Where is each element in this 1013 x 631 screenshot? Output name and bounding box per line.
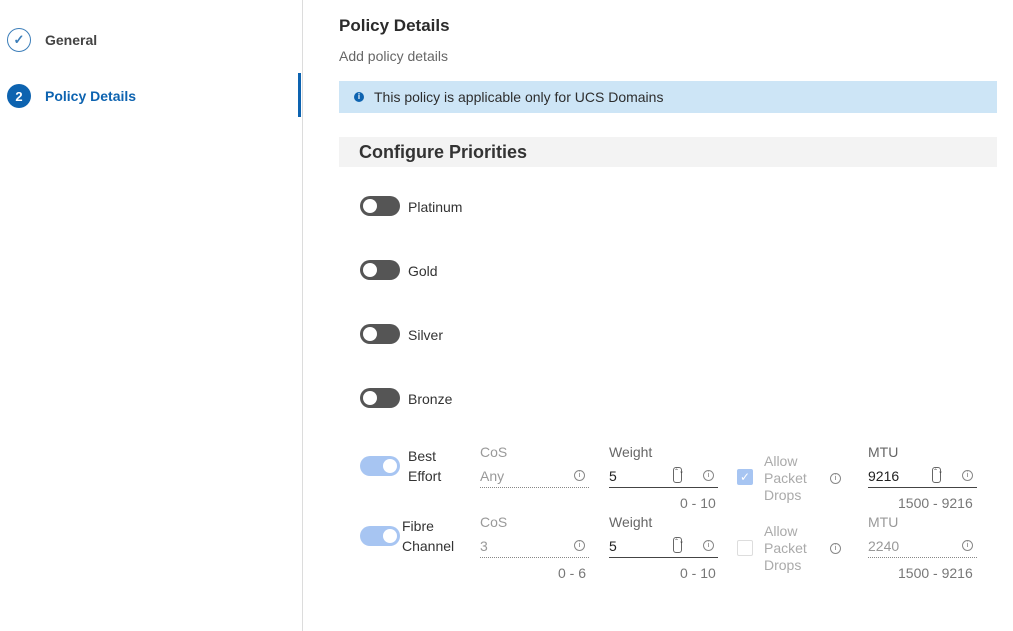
check-icon: ✓ <box>739 470 751 484</box>
silver-label: Silver <box>408 327 444 343</box>
info-icon[interactable]: i <box>574 540 585 551</box>
fibre-channel-cos-label: CoS <box>480 514 508 530</box>
section-title: Configure Priorities <box>359 141 528 162</box>
fibre-channel-label-line2: Channel <box>402 538 455 554</box>
toggle-knob <box>363 199 377 213</box>
best-effort-toggle[interactable] <box>360 456 400 476</box>
spinner-icon[interactable]: ⌃⌄ <box>673 467 684 483</box>
best-effort-allow-drops-checkbox[interactable]: ✓ <box>737 469 753 485</box>
best-effort-allow-drops-line2: Packet <box>764 470 807 486</box>
page-title: Policy Details <box>339 16 450 35</box>
info-icon: i <box>354 92 364 102</box>
fibre-channel-weight-label: Weight <box>609 514 653 530</box>
best-effort-weight-range: 0 - 10 <box>680 495 716 511</box>
fibre-channel-cos-range: 0 - 6 <box>558 565 587 581</box>
check-icon: ✓ <box>7 28 31 52</box>
best-effort-weight-value: 5 <box>609 468 617 484</box>
page-subtitle: Add policy details <box>339 48 448 64</box>
fibre-channel-weight-field[interactable]: 5 ⌃⌄ i <box>609 536 718 558</box>
platinum-toggle[interactable] <box>360 196 400 216</box>
best-effort-cos-field[interactable]: Any i <box>480 466 589 488</box>
fibre-channel-mtu-range: 1500 - 9216 <box>898 565 973 581</box>
silver-toggle[interactable] <box>360 324 400 344</box>
active-step-indicator <box>298 73 301 117</box>
best-effort-mtu-value: 9216 <box>868 468 900 484</box>
fibre-channel-allow-drops-line2: Packet <box>764 540 807 556</box>
fibre-channel-mtu-label: MTU <box>868 514 899 530</box>
info-text: This policy is applicable only for UCS D… <box>374 89 664 105</box>
fibre-channel-cos-field[interactable]: 3 i <box>480 536 589 558</box>
toggle-knob <box>363 327 377 341</box>
best-effort-mtu-field[interactable]: 9216 ⌃⌄ i <box>868 466 977 488</box>
info-icon[interactable]: i <box>703 470 714 481</box>
step-general[interactable]: ✓ General <box>7 26 97 54</box>
wizard-sidebar: ✓ General 2 Policy Details <box>0 0 303 631</box>
best-effort-label-line2: Effort <box>408 468 442 484</box>
spinner-icon[interactable]: ⌃⌄ <box>932 467 943 483</box>
fibre-channel-label-line1: Fibre <box>402 518 434 534</box>
fibre-channel-allow-drops-checkbox[interactable] <box>737 540 753 556</box>
info-icon[interactable]: i <box>574 470 585 481</box>
toggle-knob <box>363 391 377 405</box>
platinum-label: Platinum <box>408 199 463 215</box>
toggle-knob <box>383 459 397 473</box>
bronze-toggle[interactable] <box>360 388 400 408</box>
gold-toggle[interactable] <box>360 260 400 280</box>
best-effort-mtu-range: 1500 - 9216 <box>898 495 973 511</box>
bronze-label: Bronze <box>408 391 453 407</box>
fibre-channel-toggle[interactable] <box>360 526 400 546</box>
info-icon[interactable]: i <box>962 470 973 481</box>
best-effort-allow-drops-line1: Allow <box>764 453 798 469</box>
info-icon[interactable]: i <box>962 540 973 551</box>
toggle-knob <box>383 529 397 543</box>
step-number: 2 <box>7 84 31 108</box>
fibre-channel-mtu-field[interactable]: 2240 i <box>868 536 977 558</box>
gold-label: Gold <box>408 263 438 279</box>
best-effort-mtu-label: MTU <box>868 444 899 460</box>
best-effort-weight-field[interactable]: 5 ⌃⌄ i <box>609 466 718 488</box>
step-policy-details[interactable]: 2 Policy Details <box>7 82 136 110</box>
spinner-icon[interactable]: ⌃⌄ <box>673 537 684 553</box>
best-effort-label-line1: Best <box>408 448 437 464</box>
fibre-channel-mtu-value: 2240 <box>868 538 900 554</box>
best-effort-allow-drops-line3: Drops <box>764 487 802 503</box>
toggle-knob <box>363 263 377 277</box>
best-effort-cos-label: CoS <box>480 444 508 460</box>
best-effort-cos-value: Any <box>480 468 505 484</box>
fibre-channel-weight-range: 0 - 10 <box>680 565 716 581</box>
step-general-label: General <box>45 32 98 48</box>
info-banner: i This policy is applicable only for UCS… <box>339 81 997 113</box>
step-policy-details-label: Policy Details <box>45 88 137 104</box>
info-icon[interactable]: i <box>830 543 841 554</box>
best-effort-weight-label: Weight <box>609 444 653 460</box>
info-icon[interactable]: i <box>703 540 714 551</box>
fibre-channel-allow-drops-line3: Drops <box>764 557 802 573</box>
section-configure-priorities: Configure Priorities <box>339 137 997 167</box>
fibre-channel-allow-drops-line1: Allow <box>764 523 798 539</box>
info-icon[interactable]: i <box>830 473 841 484</box>
fibre-channel-weight-value: 5 <box>609 538 617 554</box>
fibre-channel-cos-value: 3 <box>480 538 488 554</box>
